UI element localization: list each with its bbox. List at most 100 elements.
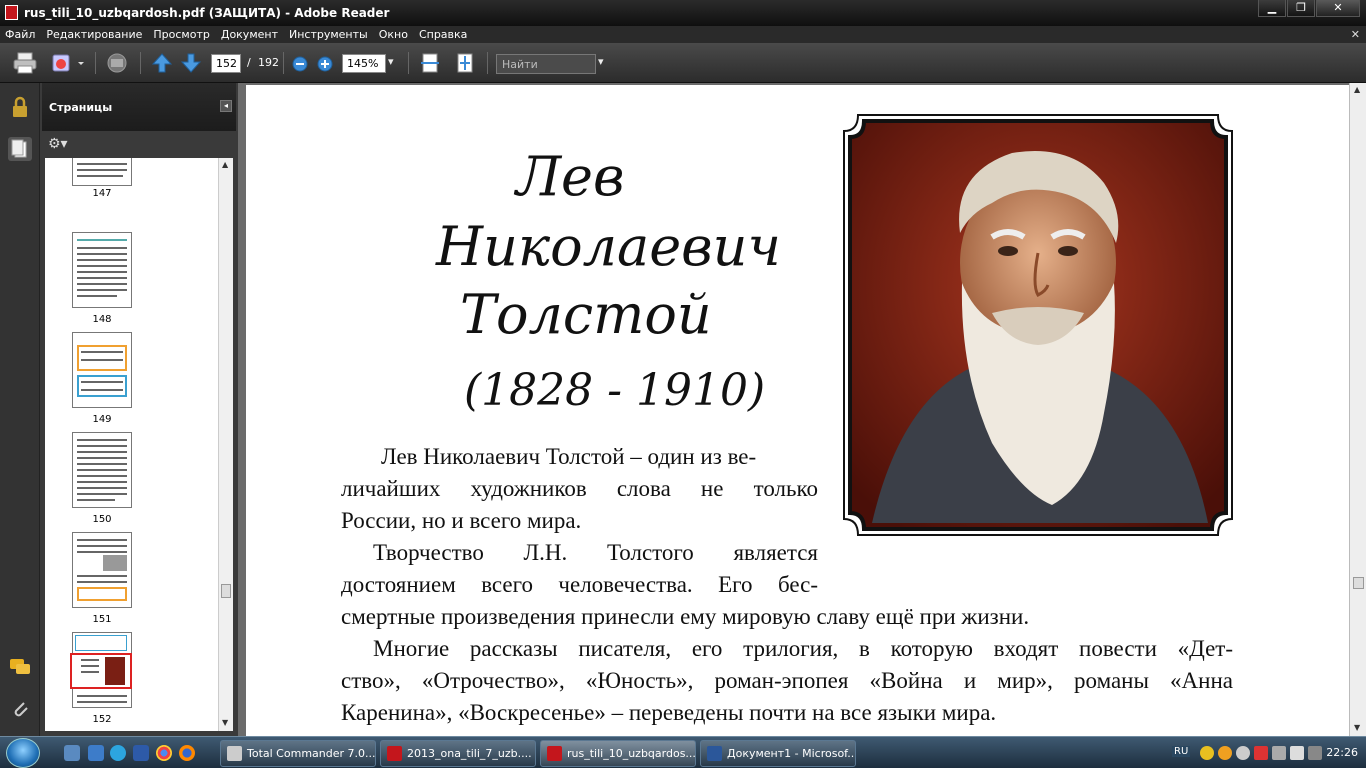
thumbnail-scrollbar[interactable]: ▲ ▼ (218, 158, 233, 731)
page-thumbnail[interactable] (72, 532, 132, 608)
explorer-icon[interactable] (88, 745, 104, 761)
next-page-button[interactable] (179, 51, 203, 75)
firefox-icon[interactable] (179, 745, 195, 761)
zoom-out-button[interactable] (291, 55, 309, 79)
zoom-out-icon (292, 56, 308, 72)
page-thumbnail-current[interactable] (70, 632, 132, 708)
fit-width-button[interactable] (418, 51, 442, 75)
notification-tray-icon[interactable] (1236, 746, 1250, 760)
word-icon (707, 746, 722, 761)
zoom-dropdown-arrow[interactable]: ▾ (388, 55, 394, 68)
taskbar-button-label: rus_tili_10_uzbqardos... (567, 747, 696, 760)
zoom-level-input[interactable]: 145% (342, 54, 386, 73)
menu-edit[interactable]: Редактирование (46, 28, 142, 41)
taskbar-button-pdf-rus-tili[interactable]: rus_tili_10_uzbqardos... (540, 740, 696, 767)
telegram-icon[interactable] (110, 745, 126, 761)
arrow-down-icon (180, 53, 202, 73)
thumbnail-number: 151 (92, 614, 112, 625)
security-tray-icon[interactable] (1200, 746, 1214, 760)
pdf-page: Лев Николаевич Толстой (1828 - 1910) Лев… (246, 85, 1349, 736)
taskbar: Total Commander 7.0... 2013_ona_tili_7_u… (0, 736, 1366, 768)
thumbnail-number: 149 (92, 414, 112, 425)
toolbar-separator (283, 52, 284, 74)
attachments-icon[interactable] (8, 697, 32, 721)
pdf-icon (547, 746, 562, 761)
menu-help[interactable]: Справка (419, 28, 467, 41)
menu-document[interactable]: Документ (221, 28, 278, 41)
page-separator: / (247, 56, 251, 69)
text-line: Лев Николаевич Толстой – один из ве- (381, 444, 757, 469)
pages-panel-icon[interactable] (8, 137, 32, 161)
close-document-button[interactable]: ✕ (1351, 28, 1360, 41)
paragraph-3-line-3: Каренина», «Воскресенье» – переведены по… (341, 700, 997, 725)
page-thumbnail[interactable] (72, 158, 132, 186)
language-indicator[interactable]: RU (1172, 746, 1191, 757)
pdf-app-icon (5, 5, 18, 20)
scrollbar-thumb[interactable] (1353, 577, 1364, 589)
create-pdf-icon (52, 54, 84, 72)
find-dropdown-arrow[interactable]: ▾ (598, 55, 604, 68)
app-tray-icon[interactable] (1254, 746, 1268, 760)
menu-file[interactable]: Файл (5, 28, 35, 41)
heading-surname: Толстой (460, 283, 712, 346)
zoom-in-button[interactable] (316, 55, 334, 79)
menu-tools[interactable]: Инструменты (289, 28, 368, 41)
taskbar-button-total-commander[interactable]: Total Commander 7.0... (220, 740, 376, 767)
total-pages: 192 (258, 56, 279, 69)
previous-page-button[interactable] (150, 51, 174, 75)
menu-window[interactable]: Окно (379, 28, 408, 41)
taskbar-button-word[interactable]: Документ1 - Microsof... (700, 740, 856, 767)
heading-first-name: Лев (516, 145, 625, 208)
create-pdf-button[interactable] (50, 51, 86, 75)
show-desktop-icon[interactable] (64, 745, 80, 761)
thumbnail-number: 152 (92, 714, 112, 725)
paragraph-1-line-1: Лев Николаевич Толстой – один из ве- (349, 441, 818, 472)
start-button[interactable] (6, 738, 40, 768)
toolbar-separator (140, 52, 141, 74)
taskbar-button-label: 2013_ona_tili_7_uzb.... (407, 747, 532, 760)
network-tray-icon[interactable] (1272, 746, 1286, 760)
comments-icon[interactable] (8, 655, 32, 679)
clock[interactable]: 22:26 (1326, 746, 1358, 759)
scrollbar-thumb[interactable] (221, 584, 231, 598)
paragraph-2-line-2: достоянием всего человечества. Его бес- (341, 572, 818, 597)
window-title: rus_tili_10_uzbqardosh.pdf (ЗАЩИТА) - Ad… (24, 6, 390, 20)
portrait-image (842, 113, 1234, 537)
fit-page-icon (457, 53, 473, 73)
taskbar-button-pdf-ona-tili[interactable]: 2013_ona_tili_7_uzb.... (380, 740, 536, 767)
page-thumbnail[interactable] (72, 332, 132, 408)
document-viewport[interactable]: Лев Николаевич Толстой (1828 - 1910) Лев… (238, 83, 1349, 736)
page-thumbnail[interactable] (72, 432, 132, 508)
volume-tray-icon[interactable] (1290, 746, 1304, 760)
close-button[interactable]: ✕ (1316, 0, 1360, 17)
fit-width-icon (421, 53, 439, 73)
restore-button[interactable]: ❐ (1287, 0, 1315, 17)
panel-options-button[interactable]: ⚙▾ (48, 136, 68, 152)
chrome-icon[interactable] (156, 745, 172, 761)
fit-page-button[interactable] (453, 51, 477, 75)
menu-bar: Файл Редактирование Просмотр Документ Ин… (0, 26, 1366, 43)
lock-icon[interactable] (8, 95, 32, 119)
page-thumbnail[interactable] (72, 232, 132, 308)
page-number-input[interactable]: 152 (211, 54, 241, 73)
thumbnail-number: 148 (92, 314, 112, 325)
paragraph-3-line-1: Многие рассказы писателя, его трилогия, … (373, 636, 1233, 661)
paragraph-3-line-2: ство», «Отрочество», «Юность», роман-эпо… (341, 668, 1233, 693)
paragraph-1-line-3: России, но и всего мира. (341, 508, 582, 533)
save-icon[interactable] (133, 745, 149, 761)
thumbnail-list: 147 148 149 150 151 152 ▲ ▼ (45, 158, 233, 731)
review-button[interactable] (104, 51, 130, 75)
update-tray-icon[interactable] (1218, 746, 1232, 760)
find-input[interactable]: Найти (496, 54, 596, 74)
power-tray-icon[interactable] (1308, 746, 1322, 760)
menu-view[interactable]: Просмотр (153, 28, 209, 41)
toolbar-separator (95, 52, 96, 74)
arrow-up-icon (151, 53, 173, 73)
pages-panel-title: Страницы (49, 101, 113, 114)
collapse-panel-button[interactable]: ◂ (220, 100, 232, 112)
thumbnail-number: 150 (92, 514, 112, 525)
document-scrollbar[interactable]: ▲ ▼ (1349, 83, 1366, 736)
total-commander-icon (227, 746, 242, 761)
minimize-button[interactable]: ▁ (1258, 0, 1286, 17)
print-button[interactable] (12, 51, 38, 75)
